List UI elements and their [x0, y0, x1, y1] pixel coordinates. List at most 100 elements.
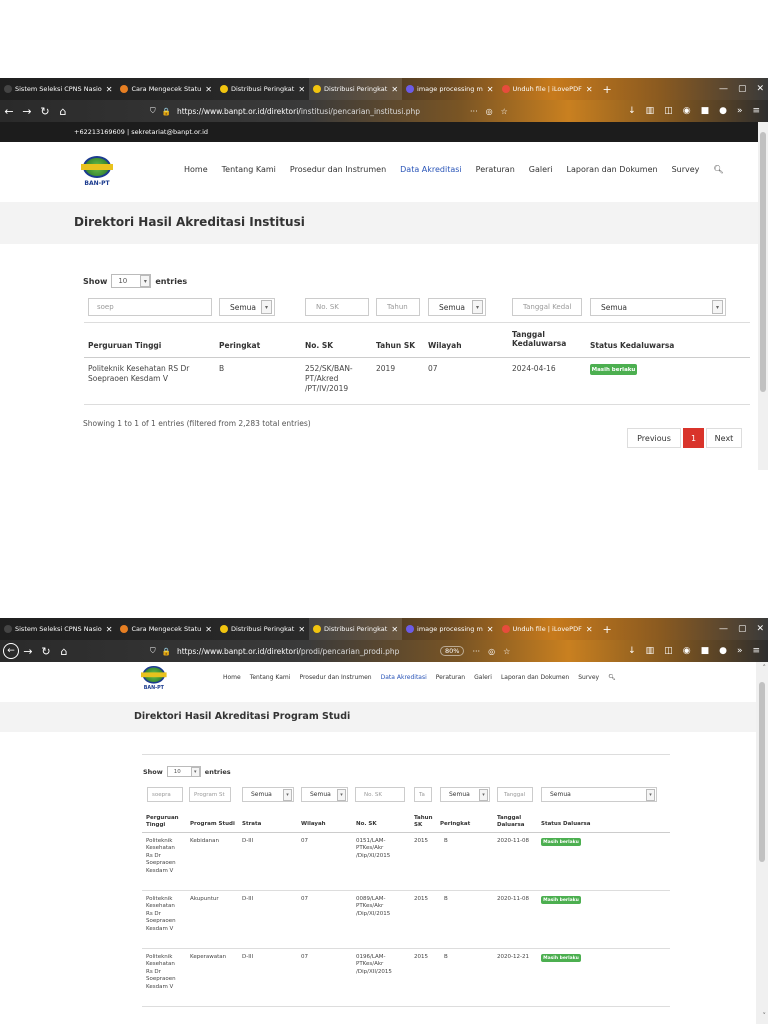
close-icon[interactable]: ✕: [205, 85, 212, 94]
col-header[interactable]: Tanggal Daluarsa: [497, 815, 533, 829]
account-icon[interactable]: ●: [719, 106, 727, 116]
browser-tab[interactable]: image processing m ✕: [402, 618, 497, 640]
menu-home[interactable]: Home: [223, 674, 241, 681]
close-icon[interactable]: ✕: [391, 625, 398, 634]
browser-tab[interactable]: Distribusi Peringkat ✕: [216, 78, 309, 100]
col-header[interactable]: No. SK: [305, 341, 333, 350]
addon-icon[interactable]: ■: [701, 106, 710, 116]
browser-tab[interactable]: image processing m ✕: [402, 78, 497, 100]
menu-peraturan[interactable]: Peraturan: [476, 165, 515, 174]
previous-button[interactable]: Previous: [627, 428, 681, 448]
library-icon[interactable]: ▥: [646, 106, 655, 116]
menu-tentang-kami[interactable]: Tentang Kami: [250, 674, 291, 681]
search-icon[interactable]: 🔍︎: [608, 674, 616, 681]
strata-select[interactable]: Semua ▾: [242, 787, 294, 802]
more-icon[interactable]: ···: [472, 647, 480, 656]
close-icon[interactable]: ✕: [106, 625, 113, 634]
bookmark-star-icon[interactable]: ☆: [501, 107, 508, 116]
maximize-icon[interactable]: ▢: [738, 624, 747, 634]
nosk-input[interactable]: No. SK: [305, 298, 369, 316]
download-icon[interactable]: ↓: [628, 646, 636, 656]
browser-tab[interactable]: Distribusi Peringkat ✕: [216, 618, 309, 640]
close-icon[interactable]: ✕: [298, 85, 305, 94]
menu-galeri[interactable]: Galeri: [529, 165, 553, 174]
browser-tab-active[interactable]: Distribusi Peringkat ✕: [309, 78, 403, 100]
bookmark-star-icon[interactable]: ☆: [503, 647, 510, 656]
scrollbar-thumb[interactable]: [759, 682, 765, 862]
entries-select[interactable]: 10 ▾: [166, 766, 201, 777]
close-icon[interactable]: ✕: [391, 85, 398, 94]
menu-data-akreditasi[interactable]: Data Akreditasi: [400, 165, 462, 174]
browser-tab[interactable]: Unduh file | iLovePDF ✕: [498, 78, 597, 100]
reload-icon[interactable]: ↻: [36, 105, 54, 118]
address-bar[interactable]: ⛉ 🔒 https://www.banpt.or.id/direktori/pr…: [150, 640, 399, 662]
sidebar-icon[interactable]: ◫: [664, 646, 673, 656]
scrollbar-thumb[interactable]: [760, 132, 766, 392]
home-icon[interactable]: ⌂: [54, 105, 72, 118]
forward-icon[interactable]: →: [18, 105, 36, 118]
search-pt-input[interactable]: soepra: [147, 787, 183, 802]
browser-tab[interactable]: Cara Mengecek Statu ✕: [116, 618, 216, 640]
browser-tab[interactable]: Unduh file | iLovePDF ✕: [498, 618, 597, 640]
banpt-logo[interactable]: BAN-PT: [141, 666, 167, 693]
home-icon[interactable]: ⌂: [55, 645, 73, 658]
browser-tab[interactable]: Cara Mengecek Statu ✕: [116, 78, 216, 100]
col-header[interactable]: No. SK: [356, 821, 377, 828]
browser-tab[interactable]: Sistem Seleksi CPNS Nasio ✕: [0, 78, 116, 100]
col-header[interactable]: Peringkat: [440, 821, 470, 828]
col-header[interactable]: Status Kedaluwarsa: [590, 341, 674, 350]
address-bar[interactable]: ⛉ 🔒 https://www.banpt.or.id/direktori/in…: [150, 100, 420, 122]
close-icon[interactable]: ✕: [487, 625, 494, 634]
entries-select[interactable]: 10 ▾: [111, 274, 152, 288]
tahun-input[interactable]: Tahun: [376, 298, 420, 316]
col-header[interactable]: Strata: [242, 821, 261, 828]
reload-icon[interactable]: ↻: [37, 645, 55, 658]
nosk-input[interactable]: No. SK: [355, 787, 405, 802]
col-header[interactable]: Status Daluarsa: [541, 821, 591, 828]
tahun-input[interactable]: Ta: [414, 787, 432, 802]
status-select[interactable]: Semua ▾: [590, 298, 726, 316]
col-header[interactable]: Tahun SK: [414, 815, 436, 829]
close-icon[interactable]: ✕: [487, 85, 494, 94]
hamburger-menu-icon[interactable]: ≡: [752, 106, 760, 116]
maximize-icon[interactable]: ▢: [738, 84, 747, 94]
window-close-icon[interactable]: ✕: [756, 624, 764, 634]
wilayah-select[interactable]: Semua ▾: [428, 298, 486, 316]
menu-prosedur[interactable]: Prosedur dan Instrumen: [290, 165, 386, 174]
col-header[interactable]: Wilayah: [428, 341, 462, 350]
col-header[interactable]: Wilayah: [301, 821, 326, 828]
page-1-button[interactable]: 1: [683, 428, 704, 448]
extension-icon[interactable]: ◉: [683, 646, 691, 656]
status-select[interactable]: Semua ▾: [541, 787, 657, 802]
back-icon[interactable]: ←: [0, 105, 18, 118]
account-icon[interactable]: ●: [719, 646, 727, 656]
more-icon[interactable]: ···: [470, 107, 478, 116]
download-icon[interactable]: ↓: [628, 106, 636, 116]
scroll-down-icon[interactable]: ˅: [763, 1012, 767, 1020]
new-tab-icon[interactable]: +: [597, 623, 618, 636]
new-tab-icon[interactable]: +: [597, 83, 618, 96]
menu-data-akreditasi[interactable]: Data Akreditasi: [381, 674, 427, 681]
scrollbar[interactable]: [758, 122, 768, 470]
search-pt-input[interactable]: soep: [88, 298, 212, 316]
col-header[interactable]: Program Studi: [190, 821, 235, 828]
close-icon[interactable]: ✕: [205, 625, 212, 634]
col-header[interactable]: Tahun SK: [376, 341, 415, 350]
prodi-input[interactable]: Program St: [189, 787, 231, 802]
menu-peraturan[interactable]: Peraturan: [436, 674, 465, 681]
menu-home[interactable]: Home: [184, 165, 208, 174]
col-header[interactable]: Tanggal Kedaluwarsa: [512, 330, 572, 349]
menu-tentang-kami[interactable]: Tentang Kami: [222, 165, 276, 174]
overflow-icon[interactable]: »: [737, 106, 743, 116]
wilayah-select[interactable]: Semua ▾: [301, 787, 348, 802]
close-icon[interactable]: ✕: [298, 625, 305, 634]
tanggal-input[interactable]: Tanggal: [497, 787, 533, 802]
window-close-icon[interactable]: ✕: [756, 84, 764, 94]
minimize-icon[interactable]: —: [719, 624, 728, 634]
minimize-icon[interactable]: —: [719, 84, 728, 94]
col-header[interactable]: Perguruan Tinggi: [88, 341, 161, 350]
hamburger-menu-icon[interactable]: ≡: [752, 646, 760, 656]
pocket-icon[interactable]: ◎: [486, 107, 493, 116]
pocket-icon[interactable]: ◎: [488, 647, 495, 656]
banpt-logo[interactable]: BAN-PT: [81, 156, 113, 190]
